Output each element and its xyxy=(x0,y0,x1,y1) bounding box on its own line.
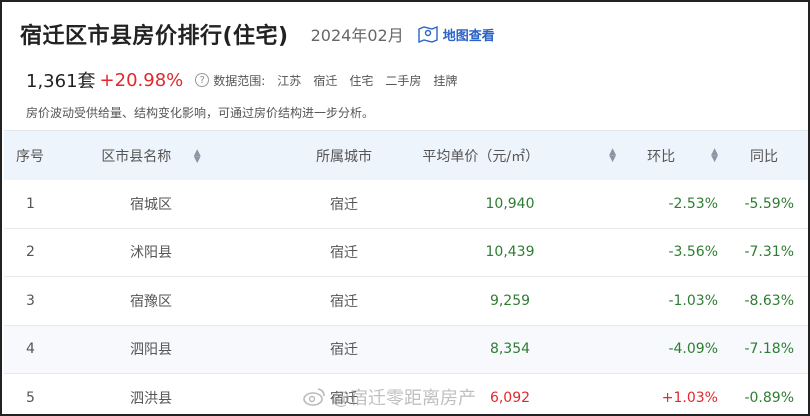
table-row[interactable]: 2 沭阳县 宿迁 10,439 -3.56% -7.31% xyxy=(4,229,808,277)
city-cell: 宿迁 xyxy=(330,342,358,359)
page-title: 宿迁区市县房价排行(住宅) xyxy=(20,24,289,49)
table-row[interactable]: 3 宿豫区 宿迁 9,259 -1.03% -8.63% xyxy=(4,277,808,326)
rank-cell: 3 xyxy=(26,292,35,309)
map-view-link[interactable]: 地图查看 xyxy=(418,25,495,44)
listing-count: 1,361套 xyxy=(26,71,96,92)
district-cell: 泗洪县 xyxy=(130,391,172,408)
table-row[interactable]: 4 泗阳县 宿迁 8,354 -4.09% -7.18% xyxy=(4,325,808,374)
table-row[interactable]: 5 泗洪县 宿迁 6,092 +1.03% -0.89% xyxy=(4,374,808,414)
rank-cell: 2 xyxy=(26,244,35,261)
district-cell: 泗阳县 xyxy=(130,342,172,359)
city-cell: 宿迁 xyxy=(330,245,358,262)
price-cell: 10,439 xyxy=(485,244,535,261)
col-price-label: 平均单价（元/㎡） xyxy=(422,148,540,165)
table-header: 序号 区市县名称 ▲ ▼ 所属城市 平均单价（元/㎡） ▲ ▼ 环比 ▲ ▼ 同比 xyxy=(4,130,808,180)
col-price[interactable]: 平均单价（元/㎡） ▲ ▼ xyxy=(404,146,616,166)
price-cell: 6,092 xyxy=(489,390,531,407)
yoy-cell: -0.89% xyxy=(744,390,794,407)
analysis-note: 房价波动受供给量、结构变化影响，可通过房价结构进一步分析。 xyxy=(26,106,375,120)
stats-bar: 1,361套 +20.98% ? 数据范围: 江苏 宿迁 住宅 二手房 挂牌 xyxy=(26,66,457,94)
col-mom-label: 环比 xyxy=(647,148,676,165)
district-cell: 沭阳县 xyxy=(130,245,172,262)
scope-tag-province: 江苏 xyxy=(277,73,302,88)
yoy-cell: -5.59% xyxy=(744,195,794,212)
mom-cell: -4.09% xyxy=(668,341,718,358)
city-cell: 宿迁 xyxy=(330,293,358,310)
sort-icon[interactable]: ▲ ▼ xyxy=(711,147,718,163)
col-rank: 序号 xyxy=(16,148,44,165)
city-cell: 宿迁 xyxy=(330,391,358,408)
scope-label: 数据范围: xyxy=(213,73,266,88)
rank-cell: 5 xyxy=(26,390,35,407)
scope-tag-source: 挂牌 xyxy=(433,73,458,88)
rank-cell: 1 xyxy=(26,195,35,212)
col-yoy: 同比 xyxy=(750,148,778,165)
table-row[interactable]: 1 宿城区 宿迁 10,940 -2.53% -5.59% xyxy=(4,180,808,229)
listing-change: +20.98% xyxy=(99,69,184,91)
district-cell: 宿城区 xyxy=(130,196,172,213)
price-cell: 10,940 xyxy=(485,195,535,212)
col-mom[interactable]: 环比 ▲ ▼ xyxy=(616,146,718,166)
help-icon[interactable]: ? xyxy=(195,73,210,87)
sort-icon[interactable]: ▲ ▼ xyxy=(194,148,201,164)
price-cell: 8,354 xyxy=(489,341,531,358)
mom-cell: -2.53% xyxy=(668,195,718,212)
map-pin-icon xyxy=(418,25,438,43)
report-date: 2024年02月 xyxy=(310,26,404,45)
mom-cell: -1.03% xyxy=(668,292,718,309)
scope-tag-market: 二手房 xyxy=(385,73,422,88)
header: 宿迁区市县房价排行(住宅) 2024年02月 地图查看 xyxy=(20,16,495,52)
price-cell: 9,259 xyxy=(489,292,531,309)
yoy-cell: -7.18% xyxy=(744,341,794,358)
city-cell: 宿迁 xyxy=(330,196,358,213)
price-ranking-table: 序号 区市县名称 ▲ ▼ 所属城市 平均单价（元/㎡） ▲ ▼ 环比 ▲ ▼ 同比 1… xyxy=(4,130,808,414)
col-city: 所属城市 xyxy=(316,148,372,165)
scope-tag-city: 宿迁 xyxy=(313,73,338,88)
yoy-cell: -8.63% xyxy=(744,292,794,309)
rank-cell: 4 xyxy=(26,341,35,358)
col-district-label: 区市县名称 xyxy=(101,148,172,165)
sort-icon[interactable]: ▲ ▼ xyxy=(609,147,616,163)
scope-tag-type: 住宅 xyxy=(349,73,374,88)
mom-cell: +1.03% xyxy=(661,390,718,407)
yoy-cell: -7.31% xyxy=(744,244,794,261)
col-district[interactable]: 区市县名称 ▲ ▼ xyxy=(80,146,222,166)
page-frame: 宿迁区市县房价排行(住宅) 2024年02月 地图查看 1,361套 +20.9… xyxy=(0,0,810,416)
district-cell: 宿豫区 xyxy=(130,293,172,310)
map-view-label: 地图查看 xyxy=(442,28,495,44)
mom-cell: -3.56% xyxy=(668,244,718,261)
